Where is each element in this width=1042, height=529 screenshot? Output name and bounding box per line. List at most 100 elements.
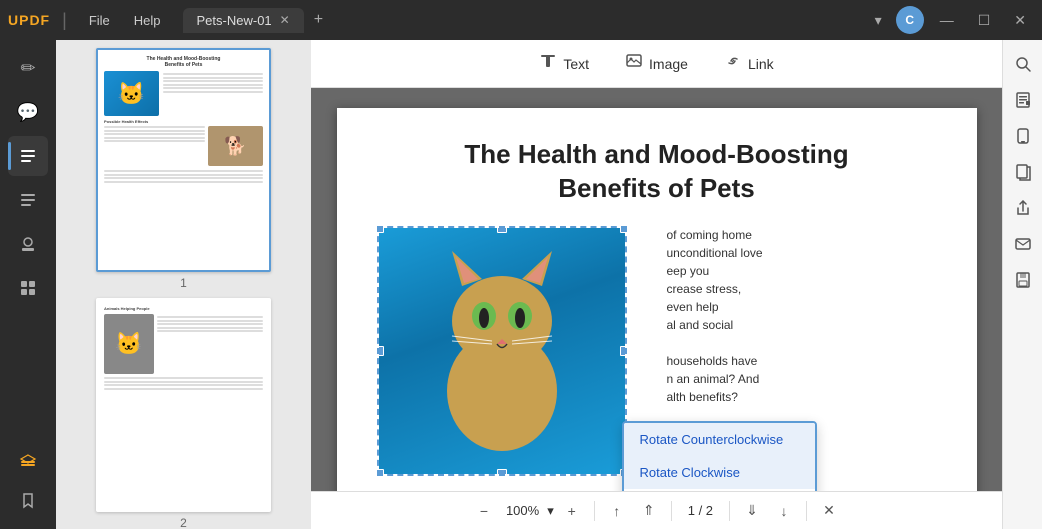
menu-file[interactable]: File: [79, 9, 120, 32]
thumb-line: [163, 87, 263, 89]
sidebar-icon-comment[interactable]: 💬: [8, 92, 48, 132]
right-share-button[interactable]: [1007, 192, 1039, 224]
thumb-line: [163, 80, 263, 82]
cat-image-bg: [379, 228, 625, 474]
context-menu: Rotate Counterclockwise Rotate Clockwise…: [622, 421, 817, 491]
handle-bot-left[interactable]: [377, 469, 384, 476]
markup-svg-icon: [18, 146, 38, 166]
tab-pets-new-01[interactable]: Pets-New-01 ✕: [183, 8, 304, 33]
toolbar-link-item[interactable]: Link: [710, 46, 788, 81]
fill-svg-icon: [18, 190, 38, 210]
right-share-icon: [1014, 199, 1032, 217]
right-save-button[interactable]: [1007, 264, 1039, 296]
thumb-line: [163, 77, 263, 79]
toolbar: Text Image: [311, 40, 1002, 88]
layers-svg-icon: [18, 451, 38, 471]
toolbar-text-item[interactable]: Text: [525, 46, 603, 81]
context-menu-rotate-cw[interactable]: Rotate Clockwise: [624, 456, 815, 489]
sidebar-icon-layers[interactable]: [8, 441, 48, 481]
title-menu: File Help: [79, 9, 171, 32]
main-layout: ✏ 💬: [0, 40, 1042, 529]
handle-bot-mid[interactable]: [497, 469, 507, 476]
right-page-icon: [1014, 163, 1032, 181]
text-toolbar-icon: [539, 52, 557, 75]
sidebar-icon-stamp[interactable]: [8, 224, 48, 264]
toolbar-image-label: Image: [649, 56, 688, 72]
thumb-line: [157, 323, 263, 325]
divider-4: [806, 501, 807, 521]
tab-title: Pets-New-01: [197, 13, 272, 28]
window-dropdown-button[interactable]: ▾: [869, 10, 888, 31]
thumb-1-text-col: [104, 126, 205, 166]
thumbnail-label-1: 1: [180, 276, 187, 290]
arrange-svg-icon: [18, 278, 38, 298]
handle-top-left[interactable]: [377, 226, 384, 233]
maximize-button[interactable]: ☐: [970, 8, 999, 33]
sidebar-icon-markup[interactable]: [8, 136, 48, 176]
thumb-1-cat-image: 🐱: [104, 71, 159, 116]
thumb-2-cat-image: 🐱: [104, 314, 154, 374]
rotate-cw-label: Rotate Clockwise: [640, 465, 740, 480]
pdf-title-line2: Benefits of Pets: [558, 173, 755, 203]
right-search-button[interactable]: [1007, 48, 1039, 80]
right-ocr-button[interactable]: [1007, 84, 1039, 116]
zoom-dropdown[interactable]: ▾: [547, 503, 554, 519]
stamp-svg-icon: [18, 234, 38, 254]
new-tab-button[interactable]: +: [308, 7, 329, 33]
page-next-button[interactable]: ⇓: [738, 497, 766, 525]
sidebar-icon-bookmark[interactable]: [8, 481, 48, 521]
right-page-button[interactable]: [1007, 156, 1039, 188]
context-menu-extract[interactable]: Extract Image: [624, 489, 815, 491]
sidebar-icon-fill[interactable]: [8, 180, 48, 220]
toolbar-link-label: Link: [748, 56, 774, 72]
bookmark-svg-icon: [18, 491, 38, 511]
thumb-1-more-lines: [104, 170, 263, 183]
handle-top-right[interactable]: [620, 226, 627, 233]
right-search-icon: [1014, 55, 1032, 73]
thumb-line: [157, 316, 263, 318]
image-toolbar-icon: [625, 52, 643, 75]
page-first-button[interactable]: ↑: [603, 497, 631, 525]
thumb-line: [104, 177, 263, 179]
title-bar: UPDF | File Help Pets-New-01 ✕ + ▾ C — ☐…: [0, 0, 1042, 40]
pdf-content-area[interactable]: The Health and Mood-Boosting Benefits of…: [311, 88, 1002, 491]
sidebar-icon-edit[interactable]: ✏: [8, 48, 48, 88]
close-button[interactable]: ✕: [1006, 8, 1034, 33]
thumb-line: [104, 133, 205, 135]
close-nav-button[interactable]: ✕: [815, 497, 843, 525]
handle-mid-left[interactable]: [377, 346, 384, 356]
page-prev-button[interactable]: ⇑: [635, 497, 663, 525]
right-scan-button[interactable]: [1007, 120, 1039, 152]
toolbar-text-label: Text: [563, 56, 589, 72]
thumb-1-title: The Health and Mood-BoostingBenefits of …: [104, 56, 263, 68]
zoom-in-button[interactable]: +: [558, 497, 586, 525]
thumb-2-body: 🐱: [104, 314, 263, 374]
sidebar-icon-arrange[interactable]: [8, 268, 48, 308]
thumb-1-section-body: 🐕: [104, 126, 263, 166]
right-scan-icon: [1014, 127, 1032, 145]
link-icon-svg: [724, 52, 742, 70]
thumb-line: [104, 140, 205, 142]
thumb-line: [157, 320, 263, 322]
avatar[interactable]: C: [896, 6, 924, 34]
toolbar-image-item[interactable]: Image: [611, 46, 702, 81]
right-email-button[interactable]: [1007, 228, 1039, 260]
thumb-line: [104, 181, 263, 183]
thumbnail-2-content: Animals Helping People 🐱: [98, 300, 269, 510]
handle-top-mid[interactable]: [497, 226, 507, 233]
thumbnail-1-content: The Health and Mood-BoostingBenefits of …: [98, 50, 269, 270]
pdf-cat-image[interactable]: [377, 226, 627, 476]
minimize-button[interactable]: —: [932, 8, 962, 32]
thumbnail-page-1[interactable]: The Health and Mood-BoostingBenefits of …: [96, 48, 271, 272]
context-menu-rotate-ccw[interactable]: Rotate Counterclockwise: [624, 423, 815, 456]
zoom-out-button[interactable]: −: [470, 497, 498, 525]
handle-mid-right[interactable]: [620, 346, 627, 356]
pdf-area: Text Image: [311, 40, 1002, 529]
tab-close-button[interactable]: ✕: [280, 13, 290, 27]
thumb-line: [104, 384, 263, 386]
page-last-button[interactable]: ↓: [770, 497, 798, 525]
thumb-2-section: Animals Helping People: [104, 306, 263, 311]
thumbnail-page-2[interactable]: Animals Helping People 🐱: [96, 298, 271, 512]
pdf-title-line1: The Health and Mood-Boosting: [464, 139, 848, 169]
menu-help[interactable]: Help: [124, 9, 171, 32]
